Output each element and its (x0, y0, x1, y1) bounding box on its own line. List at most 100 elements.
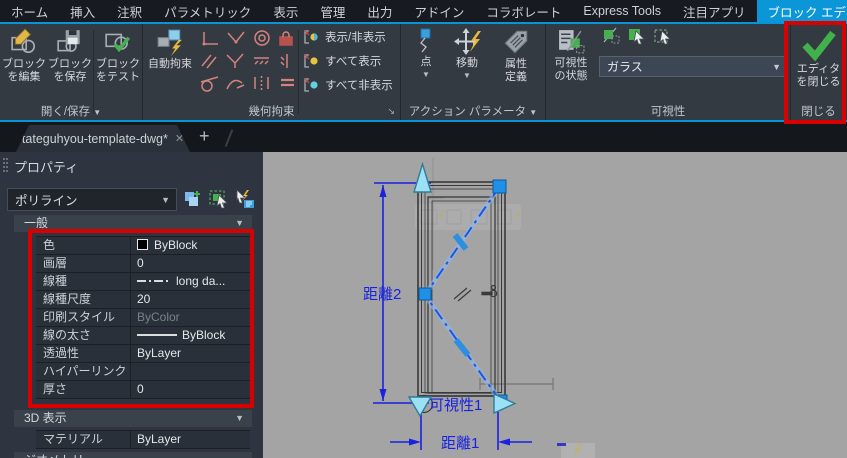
constraint-show-hide-button[interactable]: 表示/非表示 (303, 29, 386, 45)
section-3d-display[interactable]: 3D 表示 ▼ (14, 410, 252, 427)
visibility1-label[interactable]: 可視性1 (429, 397, 482, 414)
constraint-perpendicular-icon (202, 32, 218, 46)
constraint-equal-icon (281, 78, 294, 87)
chevron-down-icon: ▼ (422, 69, 430, 79)
save-block-button[interactable]: ブロック を保存 (48, 28, 92, 84)
panel-label-visibility: 可視性 (650, 106, 686, 118)
point-parameter-button[interactable]: 点 ▼ (409, 28, 443, 79)
file-tab-bar: tateguhyou-template-dwg* ✕ + (0, 122, 847, 152)
constraint-bar-half-icon (304, 30, 318, 44)
ribbon: ブロック を編集 ブロック を保存 ブロック をテスト 開く/保存 ▼ 自動拘束… (0, 22, 847, 122)
property-grid-3d: マテリアル ByLayer (36, 430, 250, 449)
tab-view[interactable]: 表示 (262, 0, 309, 22)
constraint-parallel-icon (201, 54, 217, 69)
attribute-definition-button[interactable]: 属性 定義 (493, 28, 539, 84)
tab-block-editor[interactable]: ブロック エディタ (756, 0, 847, 22)
chevron-down-icon: ▼ (235, 413, 244, 423)
constraint-hide-all-button[interactable]: すべて非表示 (303, 77, 393, 93)
distance1-label[interactable]: 距離1 (441, 434, 479, 452)
panel-label-open-save[interactable]: 開く/保存 ▼ (0, 103, 142, 119)
panel-open-save: ブロック を編集 ブロック を保存 ブロック をテスト 開く/保存 ▼ (0, 24, 142, 120)
edit-block-icon (11, 28, 36, 54)
save-block-icon (57, 30, 80, 52)
tab-parametric[interactable]: パラメトリック (153, 0, 262, 22)
attribute-definition-icon (504, 30, 528, 54)
chevron-down-icon: ▼ (161, 194, 170, 205)
test-block-button[interactable]: ブロック をテスト (96, 28, 140, 84)
block-editor-drawing: 距離2 距離1 可視性1 (363, 158, 595, 458)
section-geometry[interactable]: ジオメトリ (14, 452, 252, 458)
file-tab-close-icon[interactable]: ✕ (175, 132, 184, 145)
drawing-canvas[interactable]: 距離2 距離1 可視性1 (263, 152, 847, 458)
tab-annotate[interactable]: 注釈 (106, 0, 153, 22)
tab-home[interactable]: ホーム (0, 0, 59, 22)
tab-insert[interactable]: 挿入 (59, 0, 106, 22)
move-action-button[interactable]: 移動 ▼ (447, 28, 487, 80)
tab-collaborate[interactable]: コラボレート (475, 0, 572, 22)
panel-label-action-parameters[interactable]: アクション パラメータ ▼ (401, 103, 545, 119)
make-invisible-icon[interactable] (627, 27, 647, 45)
tab-output[interactable]: 出力 (356, 0, 403, 22)
make-visible-icon[interactable] (601, 27, 621, 45)
constraint-vertical-icon (280, 54, 288, 68)
chevron-down-icon: ▼ (529, 108, 538, 117)
ribbon-tab-bar: ホーム 挿入 注釈 パラメトリック 表示 管理 出力 アドイン コラボレート E… (0, 0, 847, 22)
object-type-selector[interactable]: ポリライン ▼ (7, 188, 177, 211)
visibility-state-combobox[interactable]: ガラス ▼ (599, 56, 787, 77)
annotation-box-close-editor (784, 21, 846, 124)
tab-manage[interactable]: 管理 (309, 0, 356, 22)
ghost-icon-bottom (557, 443, 595, 458)
tab-addins[interactable]: アドイン (403, 0, 475, 22)
panel-action-parameters: 点 ▼ 移動 ▼ 属性 定義 アクション パラメータ ▼ (401, 24, 545, 120)
constraint-bar-off-icon (304, 78, 318, 92)
constraint-fix-lock-icon (279, 31, 293, 46)
constraint-tangent2-icon (226, 53, 244, 68)
move-action-icon (453, 28, 481, 55)
auto-constrain-button[interactable]: 自動拘束 (144, 28, 196, 71)
file-tab-active[interactable]: tateguhyou-template-dwg* ✕ (16, 125, 190, 152)
chevron-down-icon: ▼ (463, 70, 471, 80)
distance2-label[interactable]: 距離2 (363, 285, 401, 303)
visibility-mode-icon[interactable] (653, 27, 673, 45)
constraint-smooth-icon (226, 79, 245, 90)
select-objects-icon (209, 190, 228, 209)
edit-block-button[interactable]: ブロック を編集 (2, 28, 46, 84)
constraint-horizontal-icon (254, 57, 269, 65)
visibility-states-button[interactable]: 可視性 の状態 (548, 28, 594, 83)
property-row-material[interactable]: マテリアル ByLayer (36, 431, 250, 449)
quick-select-button[interactable] (182, 188, 204, 210)
constraint-show-all-button[interactable]: すべて表示 (303, 53, 381, 69)
toggle-pickadd-icon (236, 189, 254, 208)
file-tab-divider (224, 129, 233, 147)
arrow-grip-bottom-left (407, 396, 433, 418)
annotation-box-properties (28, 229, 254, 408)
grip-top-right (492, 179, 507, 194)
constraint-concentric-icon (254, 30, 270, 46)
test-block-icon (105, 33, 131, 53)
chevron-down-icon: ▼ (93, 108, 102, 117)
quick-select-icon (185, 191, 200, 206)
panel-visibility: 可視性 の状態 ガラス ▼ 可視性 (546, 24, 790, 120)
tab-express-tools[interactable]: Express Tools (572, 0, 672, 22)
panel-geometric-constraints: 自動拘束 表示/非表示 すべて表示 すべて非表示 ↘ 幾何拘束 (143, 24, 400, 120)
constraint-bar-on-icon (304, 54, 318, 68)
glass-marks (453, 287, 472, 302)
tab-featured-apps[interactable]: 注目アプリ (672, 0, 757, 22)
grip-middle-left (418, 287, 432, 301)
toggle-pickadd-button[interactable] (234, 188, 256, 210)
point-parameter-icon (420, 28, 431, 53)
palette-title: プロパティ (14, 160, 79, 175)
constraint-symmetric-icon (254, 76, 269, 90)
constraint-coincident-icon (227, 31, 245, 44)
visibility-states-icon (559, 30, 585, 54)
panel-label-geometric: 幾何拘束 (248, 106, 295, 118)
palette-grip-handle[interactable] (3, 158, 8, 172)
constraint-tangent-icon (200, 76, 219, 92)
auto-constrain-icon (157, 29, 182, 56)
arrow-grip-top (413, 161, 432, 193)
select-objects-button[interactable] (208, 188, 230, 210)
new-file-tab-button[interactable]: + (199, 126, 210, 147)
autocad-block-editor-window: ホーム 挿入 注釈 パラメトリック 表示 管理 出力 アドイン コラボレート E… (0, 0, 847, 458)
chevron-down-icon: ▼ (772, 61, 781, 72)
constraint-grid[interactable] (199, 30, 295, 96)
